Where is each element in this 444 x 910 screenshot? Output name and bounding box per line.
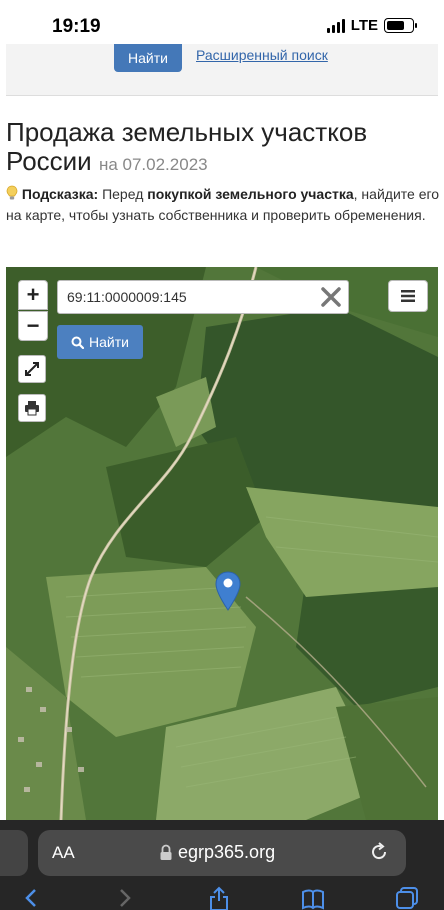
printer-icon <box>25 401 39 416</box>
url-text: egrp365.org <box>178 842 276 862</box>
previous-tab-preview[interactable] <box>0 830 28 876</box>
battery-icon <box>384 18 417 33</box>
browser-toolbar <box>0 884 444 910</box>
bookmarks-icon[interactable] <box>301 886 325 910</box>
browser-bar: AA egrp365.org <box>0 820 444 910</box>
cadastral-search-field <box>57 280 349 314</box>
battery-level <box>387 21 404 30</box>
status-indicators: LTE <box>326 17 417 34</box>
satellite-map[interactable]: + − Найти <box>6 267 438 820</box>
map-find-button[interactable]: Найти <box>57 325 143 359</box>
zoom-out-button[interactable]: − <box>18 311 48 341</box>
reload-icon[interactable] <box>368 841 390 863</box>
hamburger-icon <box>401 290 415 302</box>
lightbulb-icon <box>6 185 18 200</box>
hint-label: Подсказка: <box>21 186 99 202</box>
hint-bold: покупкой земельного участка <box>147 186 354 202</box>
status-bar: 19:19 LTE <box>0 0 444 50</box>
back-icon[interactable] <box>20 886 44 910</box>
hint-paragraph: Подсказка: Перед покупкой земельного уча… <box>6 184 440 226</box>
clear-icon[interactable] <box>320 286 342 308</box>
page-title: Продажа земельных участков России на 07.… <box>6 118 438 179</box>
page-date: на 07.02.2023 <box>98 155 208 174</box>
network-type: LTE <box>350 17 378 34</box>
expand-icon <box>25 362 39 376</box>
zoom-in-button[interactable]: + <box>18 280 48 310</box>
lock-icon <box>160 844 172 860</box>
fullscreen-button[interactable] <box>18 355 46 383</box>
layers-menu-button[interactable] <box>388 280 428 312</box>
print-button[interactable] <box>18 394 46 422</box>
find-button[interactable]: Найти <box>114 44 182 72</box>
advanced-search-link[interactable]: Расширенный поиск <box>196 47 328 63</box>
status-time: 19:19 <box>52 16 101 37</box>
search-band: Найти Расширенный поиск <box>6 44 438 96</box>
reader-settings-button[interactable]: AA <box>52 843 75 863</box>
cadastral-search-input[interactable] <box>67 281 317 313</box>
hint-text-before: Перед <box>102 186 144 202</box>
share-icon[interactable] <box>207 886 231 910</box>
search-icon <box>71 336 85 349</box>
tabs-icon[interactable] <box>395 886 419 910</box>
address-bar[interactable]: AA egrp365.org <box>38 830 406 876</box>
map-find-label: Найти <box>89 334 129 350</box>
location-pin-icon[interactable] <box>215 571 241 611</box>
signal-icon <box>326 18 345 33</box>
forward-icon[interactable] <box>112 886 136 910</box>
